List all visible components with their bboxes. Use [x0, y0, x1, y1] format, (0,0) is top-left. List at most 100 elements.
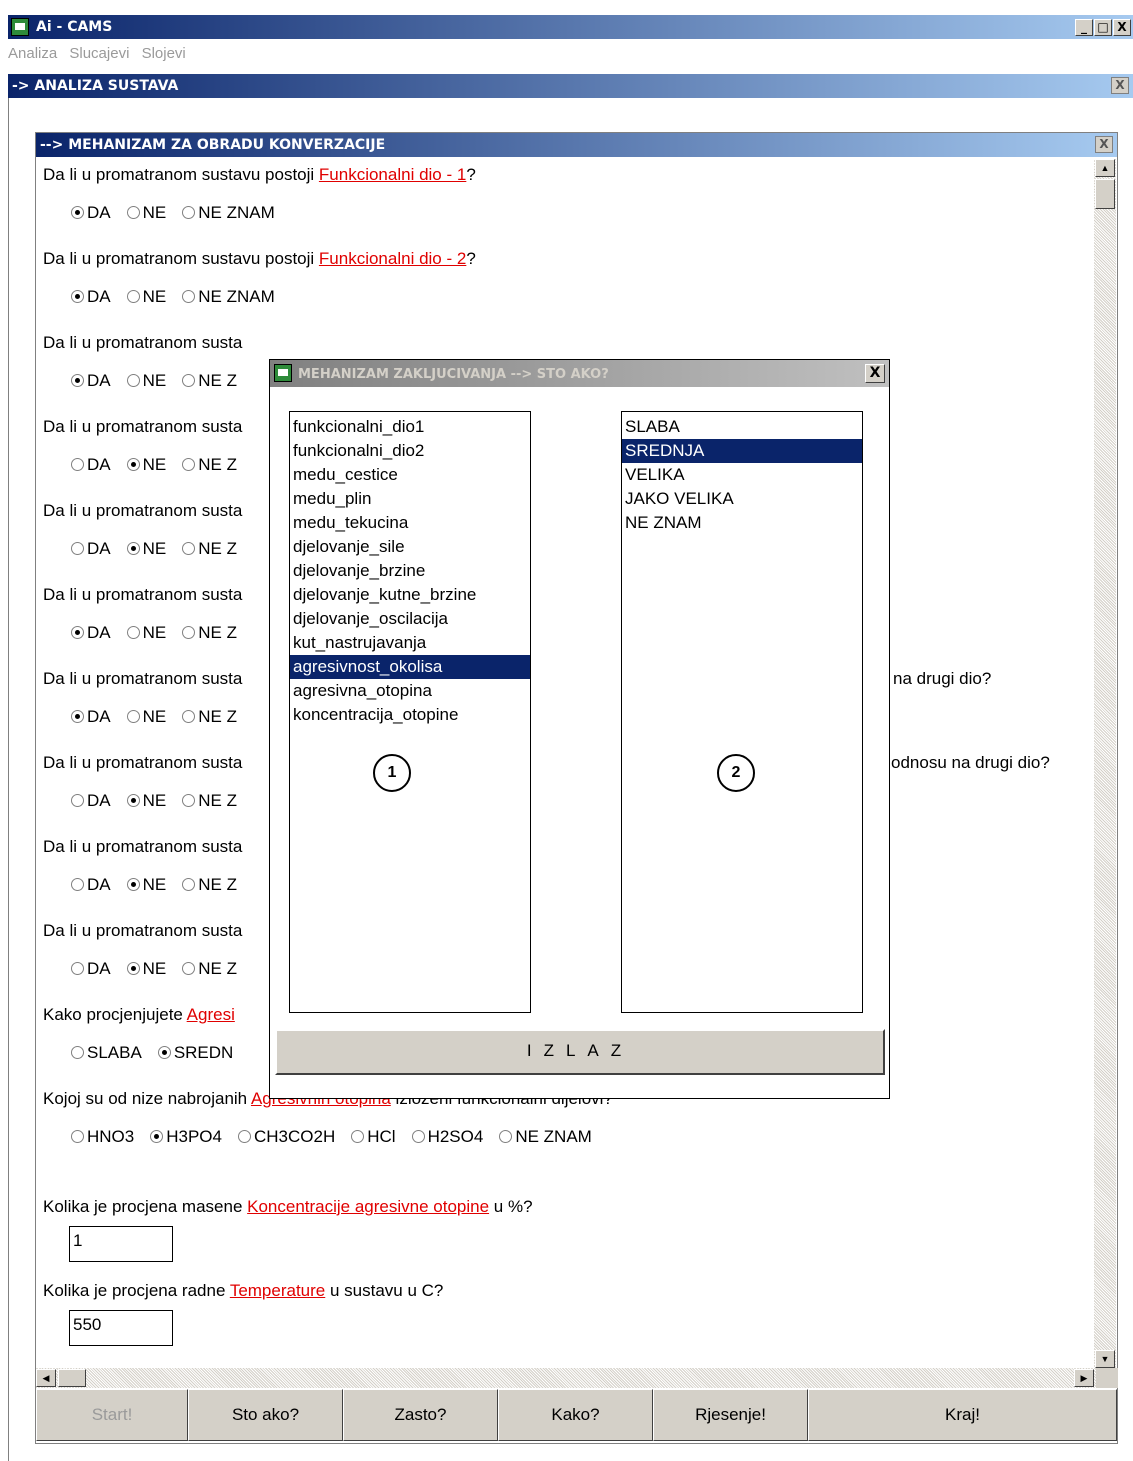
radio-button[interactable] — [126, 962, 140, 975]
radio-button[interactable] — [126, 374, 140, 387]
concentration-input[interactable]: 1 — [69, 1226, 173, 1262]
radio-button[interactable] — [182, 710, 196, 723]
radio-option[interactable]: NE — [126, 203, 166, 223]
radio-button[interactable] — [182, 962, 196, 975]
radio-button[interactable] — [71, 710, 84, 723]
close-button[interactable]: X — [1113, 19, 1131, 36]
radio-button[interactable] — [126, 290, 140, 303]
radio-option[interactable]: CH3CO2H — [237, 1127, 335, 1147]
list-item[interactable]: agresivna_otopina — [290, 679, 530, 703]
radio-option[interactable]: NE — [126, 371, 166, 391]
radio-button[interactable] — [351, 1130, 365, 1143]
radio-button[interactable] — [182, 626, 196, 639]
radio-button[interactable] — [71, 626, 84, 639]
radio-option[interactable]: NE ZNAM — [182, 203, 275, 223]
radio-button[interactable] — [182, 290, 196, 303]
radio-option[interactable]: DA — [71, 455, 111, 475]
question-link[interactable]: Koncentracije agresivne otopine — [247, 1197, 489, 1216]
exit-button[interactable]: IZLAZ — [275, 1029, 885, 1075]
radio-option[interactable]: NE Z — [182, 371, 237, 391]
radio-button[interactable] — [150, 1130, 164, 1143]
zasto-button[interactable]: Zasto? — [343, 1389, 498, 1441]
kraj-button[interactable]: Kraj! — [808, 1389, 1117, 1441]
list-item[interactable]: kut_nastrujavanja — [290, 631, 530, 655]
list-item[interactable]: SLABA — [622, 415, 862, 439]
radio-option[interactable]: NE ZNAM — [182, 287, 275, 307]
radio-option[interactable]: DA — [71, 959, 111, 979]
radio-option[interactable]: NE Z — [182, 875, 237, 895]
maximize-button[interactable]: □ — [1094, 19, 1112, 36]
radio-button[interactable] — [411, 1130, 425, 1143]
list-item[interactable]: agresivnost_okolisa — [290, 655, 530, 679]
question-link[interactable]: Agresi — [187, 1005, 235, 1024]
analysis-close-button[interactable]: X — [1111, 77, 1129, 94]
radio-option[interactable]: NE Z — [182, 455, 237, 475]
radio-option[interactable]: NE — [126, 875, 166, 895]
radio-button[interactable] — [71, 1130, 84, 1143]
radio-button[interactable] — [182, 458, 196, 471]
radio-option[interactable]: SREDN — [157, 1043, 233, 1063]
list-item[interactable]: koncentracija_otopine — [290, 703, 530, 727]
radio-option[interactable]: H2SO4 — [411, 1127, 483, 1147]
radio-option[interactable]: NE — [126, 287, 166, 307]
start-button[interactable]: Start! — [36, 1389, 188, 1441]
radio-option[interactable]: DA — [71, 203, 111, 223]
radio-option[interactable]: HCl — [351, 1127, 396, 1147]
radio-button[interactable] — [157, 1046, 171, 1059]
radio-button[interactable] — [182, 374, 196, 387]
radio-button[interactable] — [499, 1130, 513, 1143]
radio-button[interactable] — [71, 290, 84, 303]
list-item[interactable]: VELIKA — [622, 463, 862, 487]
list-item[interactable]: djelovanje_kutne_brzine — [290, 583, 530, 607]
list-item[interactable]: funkcionalni_dio1 — [290, 415, 530, 439]
hscroll-thumb[interactable] — [58, 1369, 86, 1387]
radio-button[interactable] — [126, 794, 140, 807]
list-item[interactable]: medu_plin — [290, 487, 530, 511]
radio-button[interactable] — [71, 374, 84, 387]
scroll-thumb[interactable] — [1095, 179, 1115, 209]
list-item[interactable]: SREDNJA — [622, 439, 862, 463]
radio-button[interactable] — [71, 794, 84, 807]
list-item[interactable]: medu_tekucina — [290, 511, 530, 535]
radio-button[interactable] — [126, 458, 140, 471]
list-item[interactable]: djelovanje_oscilacija — [290, 607, 530, 631]
dialog-close-button[interactable]: X — [865, 364, 885, 383]
radio-option[interactable]: DA — [71, 287, 111, 307]
radio-button[interactable] — [182, 542, 196, 555]
scroll-up-button[interactable]: ▲ — [1095, 159, 1115, 177]
horizontal-scrollbar[interactable]: ◀ ▶ — [36, 1368, 1096, 1388]
list-item[interactable]: djelovanje_brzine — [290, 559, 530, 583]
conversation-close-button[interactable]: X — [1095, 136, 1113, 153]
radio-option[interactable]: NE — [126, 959, 166, 979]
list-item[interactable]: medu_cestice — [290, 463, 530, 487]
radio-option[interactable]: HNO3 — [71, 1127, 134, 1147]
list-item[interactable]: NE ZNAM — [622, 511, 862, 535]
list-item[interactable]: funkcionalni_dio2 — [290, 439, 530, 463]
radio-button[interactable] — [71, 206, 84, 219]
radio-button[interactable] — [71, 1046, 84, 1059]
minimize-button[interactable]: _ — [1075, 19, 1093, 36]
radio-option[interactable]: NE — [126, 455, 166, 475]
menu-item-analiza[interactable]: Analiza — [8, 45, 57, 62]
radio-option[interactable]: NE ZNAM — [499, 1127, 592, 1147]
list-item[interactable]: djelovanje_sile — [290, 535, 530, 559]
radio-button[interactable] — [126, 878, 140, 891]
radio-button[interactable] — [182, 206, 196, 219]
radio-button[interactable] — [71, 458, 84, 471]
scroll-right-button[interactable]: ▶ — [1074, 1369, 1094, 1387]
radio-option[interactable]: NE — [126, 707, 166, 727]
temperature-input[interactable]: 550 — [69, 1310, 173, 1346]
radio-option[interactable]: NE — [126, 791, 166, 811]
menu-item-slojevi[interactable]: Slojevi — [142, 45, 186, 62]
radio-option[interactable]: DA — [71, 539, 111, 559]
radio-option[interactable]: DA — [71, 707, 111, 727]
scroll-left-button[interactable]: ◀ — [36, 1369, 56, 1387]
radio-button[interactable] — [182, 878, 196, 891]
radio-option[interactable]: DA — [71, 791, 111, 811]
radio-button[interactable] — [182, 794, 196, 807]
menu-item-slucajevi[interactable]: Slucajevi — [69, 45, 129, 62]
radio-option[interactable]: NE Z — [182, 623, 237, 643]
scroll-down-button[interactable]: ▼ — [1095, 1350, 1115, 1368]
variables-listbox[interactable]: funkcionalni_dio1 funkcionalni_dio2 medu_c… — [289, 411, 531, 1013]
radio-button[interactable] — [126, 542, 140, 555]
